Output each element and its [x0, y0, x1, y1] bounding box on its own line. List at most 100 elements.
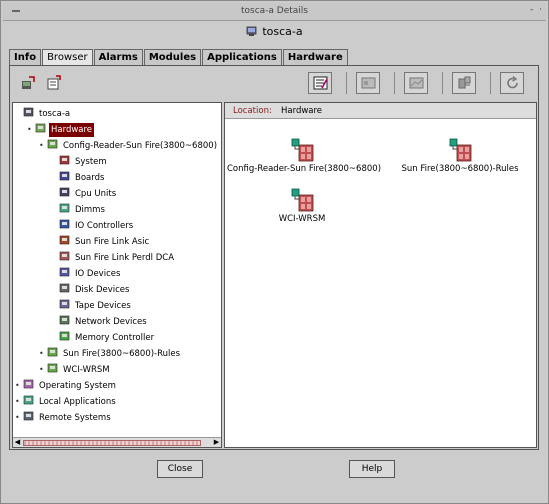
tree-item[interactable]: Memory Controller — [51, 331, 156, 345]
module-icon — [458, 76, 471, 89]
tree-item[interactable]: • Remote Systems — [15, 411, 113, 425]
disk-icon — [59, 283, 70, 293]
window-title: tosca-a Details — [240, 6, 308, 16]
host-name: tosca-a — [262, 25, 303, 38]
list-view-icon — [361, 77, 376, 89]
tree-item[interactable]: • Config-Reader-Sun Fire(3800~6800) — [39, 139, 219, 153]
tree-item[interactable]: Dimms — [51, 203, 107, 217]
object-tree[interactable]: ◀ ▶ tosca-a • Hardware • Config-Reader-Sun F… — [12, 102, 222, 448]
tree-expander-icon[interactable]: • — [15, 411, 23, 425]
host-icon — [23, 107, 34, 117]
tree-item-label: System — [75, 157, 107, 167]
module-icon — [291, 188, 314, 212]
tree-item-label: Remote Systems — [39, 413, 111, 423]
network-icon — [59, 315, 70, 325]
tree-item[interactable]: Cpu Units — [51, 187, 118, 201]
button-bar: Close Help — [3, 453, 546, 501]
tree-expander-icon[interactable]: • — [15, 379, 23, 393]
icon-view-button[interactable] — [308, 72, 332, 94]
hardware-icon — [35, 123, 46, 133]
config-reader-icon — [47, 139, 58, 149]
scrollbar-thumb[interactable] — [23, 440, 201, 446]
object-label: WCI-WRSM — [278, 214, 326, 224]
details-window: tosca-a Details - · tosca-a Info Browser… — [0, 0, 549, 504]
tree-item[interactable]: Sun Fire Link Perdl DCA — [51, 251, 176, 265]
tree-item-label: Sun Fire Link Perdl DCA — [75, 253, 175, 263]
os-icon — [23, 379, 34, 389]
tab-modules[interactable]: Modules — [143, 49, 202, 65]
help-button[interactable]: Help — [349, 460, 395, 478]
tree-item-label: tosca-a — [39, 109, 71, 119]
tab-hardware[interactable]: Hardware — [282, 49, 348, 65]
tree-item[interactable]: Network Devices — [51, 315, 149, 329]
tree-expander-icon[interactable]: • — [39, 363, 47, 377]
scroll-right-icon[interactable]: ▶ — [212, 438, 221, 447]
graph-view-button[interactable] — [404, 72, 428, 94]
window-controls[interactable]: - · — [530, 5, 542, 15]
list-view-button[interactable] — [356, 72, 380, 94]
tree-item[interactable]: IO Controllers — [51, 219, 135, 233]
toolbar-separator — [346, 72, 347, 94]
rules-icon — [47, 347, 58, 357]
tab-alarms[interactable]: Alarms — [93, 49, 143, 65]
tree-view-icon[interactable] — [20, 75, 36, 91]
host-header: tosca-a — [3, 21, 546, 43]
tree-expander-icon[interactable]: • — [39, 347, 47, 361]
close-button[interactable]: Close — [157, 460, 203, 478]
object-sun-fire-rules[interactable]: Sun Fire(3800~6800)-Rules — [385, 137, 535, 174]
tree-item-label: Cpu Units — [75, 189, 117, 199]
tree-item-label: IO Controllers — [75, 221, 134, 231]
tree-item-label: Operating System — [39, 381, 116, 391]
tree-item[interactable]: Boards — [51, 171, 106, 185]
close-button[interactable]: · — [539, 5, 542, 15]
tree-item[interactable]: • WCI-WRSM — [39, 363, 112, 377]
properties-icon[interactable] — [46, 75, 62, 91]
tree-item-label: Sun Fire Link Asic — [75, 237, 150, 247]
tree-item-label: Memory Controller — [75, 333, 155, 343]
tree-expander-icon[interactable]: • — [39, 139, 47, 153]
object-label: Sun Fire(3800~6800)-Rules — [401, 164, 519, 174]
tree-item[interactable]: Disk Devices — [51, 283, 131, 297]
tree-item-label: Sun Fire(3800~6800)-Rules — [63, 349, 181, 359]
tree-item-label: Network Devices — [75, 317, 147, 327]
graph-view-icon — [409, 77, 424, 89]
tree-item[interactable]: • Sun Fire(3800~6800)-Rules — [39, 347, 182, 361]
tree-item[interactable]: IO Devices — [51, 267, 122, 281]
tree-item[interactable]: System — [51, 155, 109, 169]
tab-info[interactable]: Info — [9, 49, 42, 65]
contents-pane: Location: Hardware Config-Reader-Sun Fir… — [224, 102, 537, 448]
toolbar-separator — [442, 72, 443, 94]
tab-browser[interactable]: Browser — [42, 49, 93, 65]
refresh-button[interactable] — [500, 72, 524, 94]
tree-expander-icon[interactable]: • — [27, 123, 35, 137]
dimm-icon — [59, 203, 70, 213]
tree-item-label: Dimms — [75, 205, 105, 215]
tab-applications[interactable]: Applications — [202, 49, 282, 65]
tree-item-label: Hardware — [49, 123, 95, 137]
tree-item[interactable]: • Local Applications — [15, 395, 118, 409]
tree-expander-icon[interactable]: • — [15, 395, 23, 409]
horizontal-scrollbar[interactable]: ◀ ▶ — [13, 437, 221, 447]
refresh-icon — [507, 76, 518, 89]
boards-icon — [59, 171, 70, 181]
tree-item[interactable]: tosca-a — [15, 107, 72, 121]
title-bar[interactable]: tosca-a Details - · — [3, 3, 546, 21]
io-device-icon — [59, 267, 70, 277]
tree-item[interactable]: • Hardware — [27, 123, 95, 137]
object-wci-wrsm[interactable]: WCI-WRSM — [227, 187, 377, 224]
tree-item[interactable]: • Operating System — [15, 379, 118, 393]
toolbar — [10, 66, 538, 100]
location-bar: Location: Hardware — [225, 103, 536, 119]
wci-icon — [47, 363, 58, 373]
minimize-button[interactable]: - — [530, 5, 533, 15]
tab-strip: Info Browser Alarms Modules Applications… — [9, 49, 348, 65]
object-config-reader[interactable]: Config-Reader-Sun Fire(3800~6800) — [227, 137, 381, 174]
tree-item[interactable]: Sun Fire Link Asic — [51, 235, 151, 249]
toolbar-separator — [394, 72, 395, 94]
tree-item[interactable]: Tape Devices — [51, 299, 133, 313]
tree-item-label: Config-Reader-Sun Fire(3800~6800) — [63, 141, 218, 151]
module-button[interactable] — [452, 72, 476, 94]
scroll-left-icon[interactable]: ◀ — [13, 438, 22, 447]
remote-systems-icon — [23, 411, 34, 421]
toolbar-separator — [490, 72, 491, 94]
